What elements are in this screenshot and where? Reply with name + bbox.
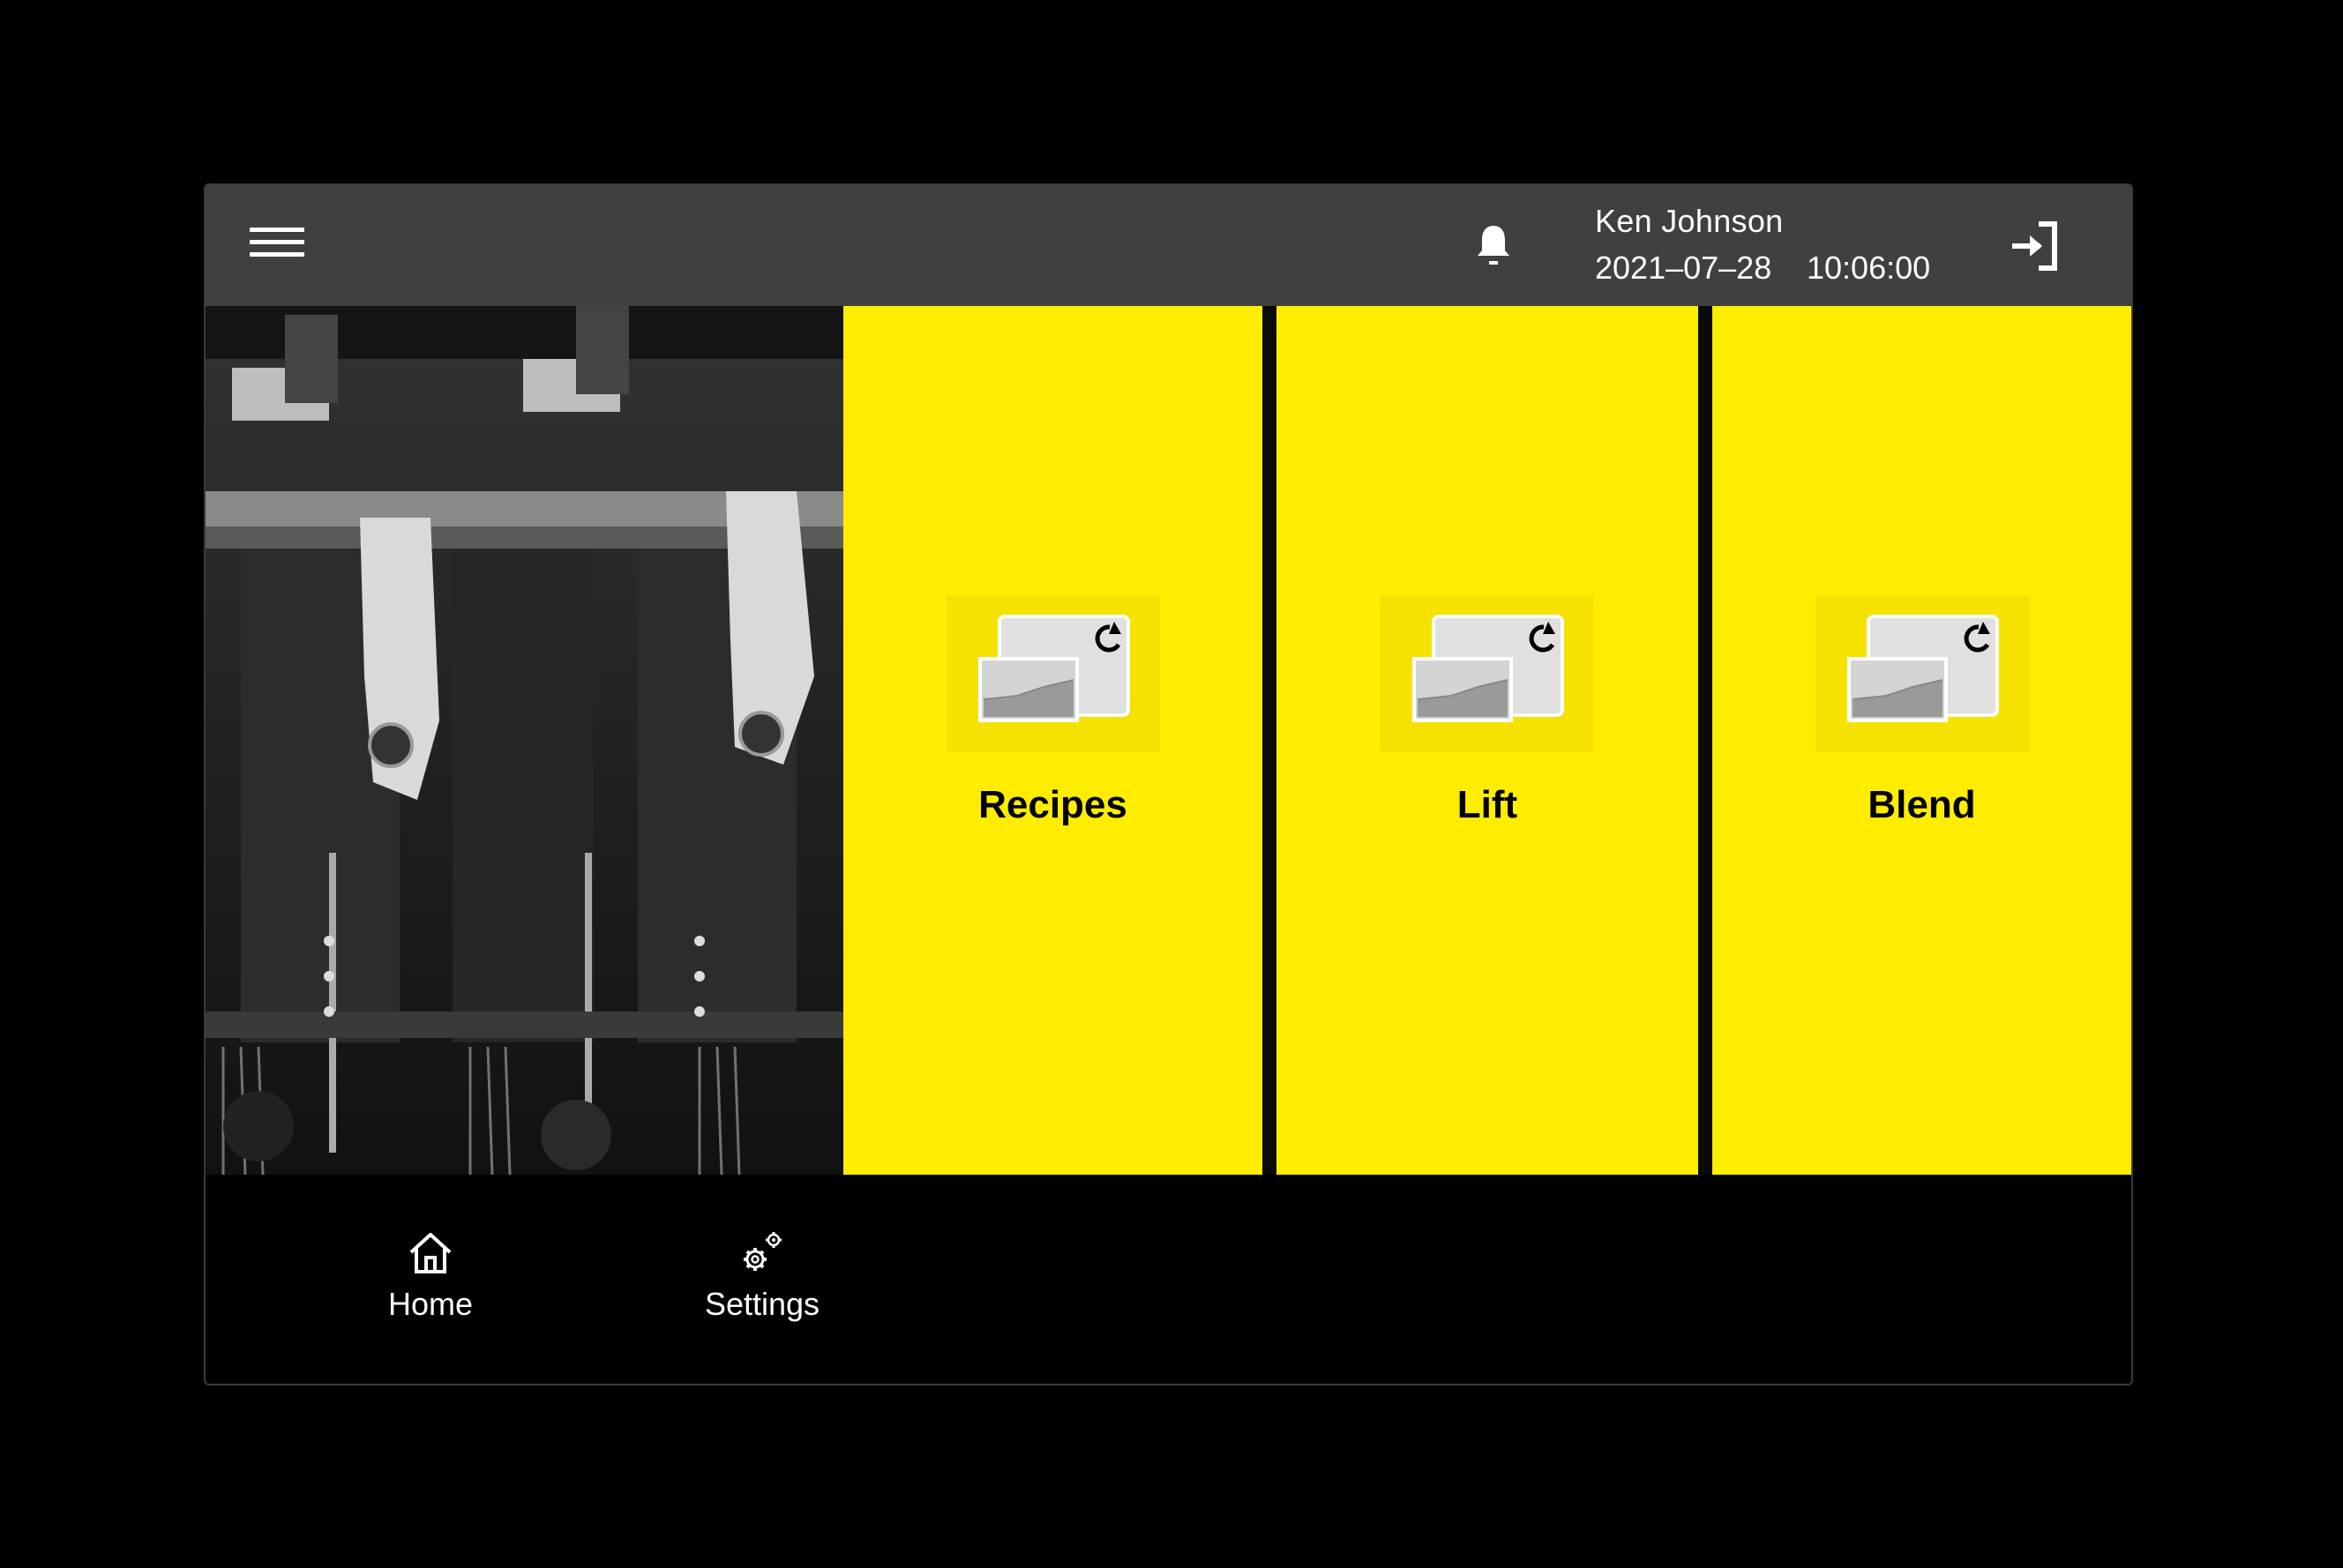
- main-content: Recipes Lift Blend: [206, 306, 2131, 1175]
- hamburger-menu-icon[interactable]: [250, 228, 304, 261]
- user-name: Ken Johnson: [1595, 203, 1784, 239]
- tile-blend[interactable]: Blend: [1712, 306, 2131, 1175]
- sign-in-arrow-icon[interactable]: [2005, 217, 2067, 275]
- top-bar: Ken Johnson 2021–07–28 10:06:00: [206, 185, 2131, 306]
- nav-settings[interactable]: Settings: [665, 1228, 859, 1342]
- current-time: 10:06:00: [1807, 250, 1931, 286]
- nav-home[interactable]: Home: [333, 1228, 528, 1342]
- tile-lift[interactable]: Lift: [1276, 306, 1698, 1175]
- home-icon: [406, 1228, 455, 1277]
- bottom-nav: Home Settings: [206, 1175, 2131, 1384]
- tile-label: Recipes: [978, 783, 1127, 826]
- recipe-document-refresh-icon: [946, 595, 1160, 752]
- tile-recipes[interactable]: Recipes: [843, 306, 1262, 1175]
- tile-divider: [1698, 306, 1712, 1175]
- tile-divider: [1262, 306, 1276, 1175]
- recipe-document-refresh-icon: [1381, 595, 1594, 752]
- current-date: 2021–07–28: [1595, 250, 1772, 286]
- machine-photo: [206, 306, 843, 1175]
- recipe-document-refresh-icon: [1815, 595, 2029, 752]
- gears-icon: [737, 1228, 787, 1277]
- tile-label: Lift: [1456, 783, 1518, 826]
- tile-label: Blend: [1868, 783, 1976, 826]
- nav-home-label: Home: [387, 1286, 474, 1322]
- nav-settings-label: Settings: [704, 1286, 820, 1322]
- hmi-panel: Ken Johnson 2021–07–28 10:06:00 Recipes …: [204, 183, 2133, 1385]
- bell-icon[interactable]: [1467, 219, 1520, 272]
